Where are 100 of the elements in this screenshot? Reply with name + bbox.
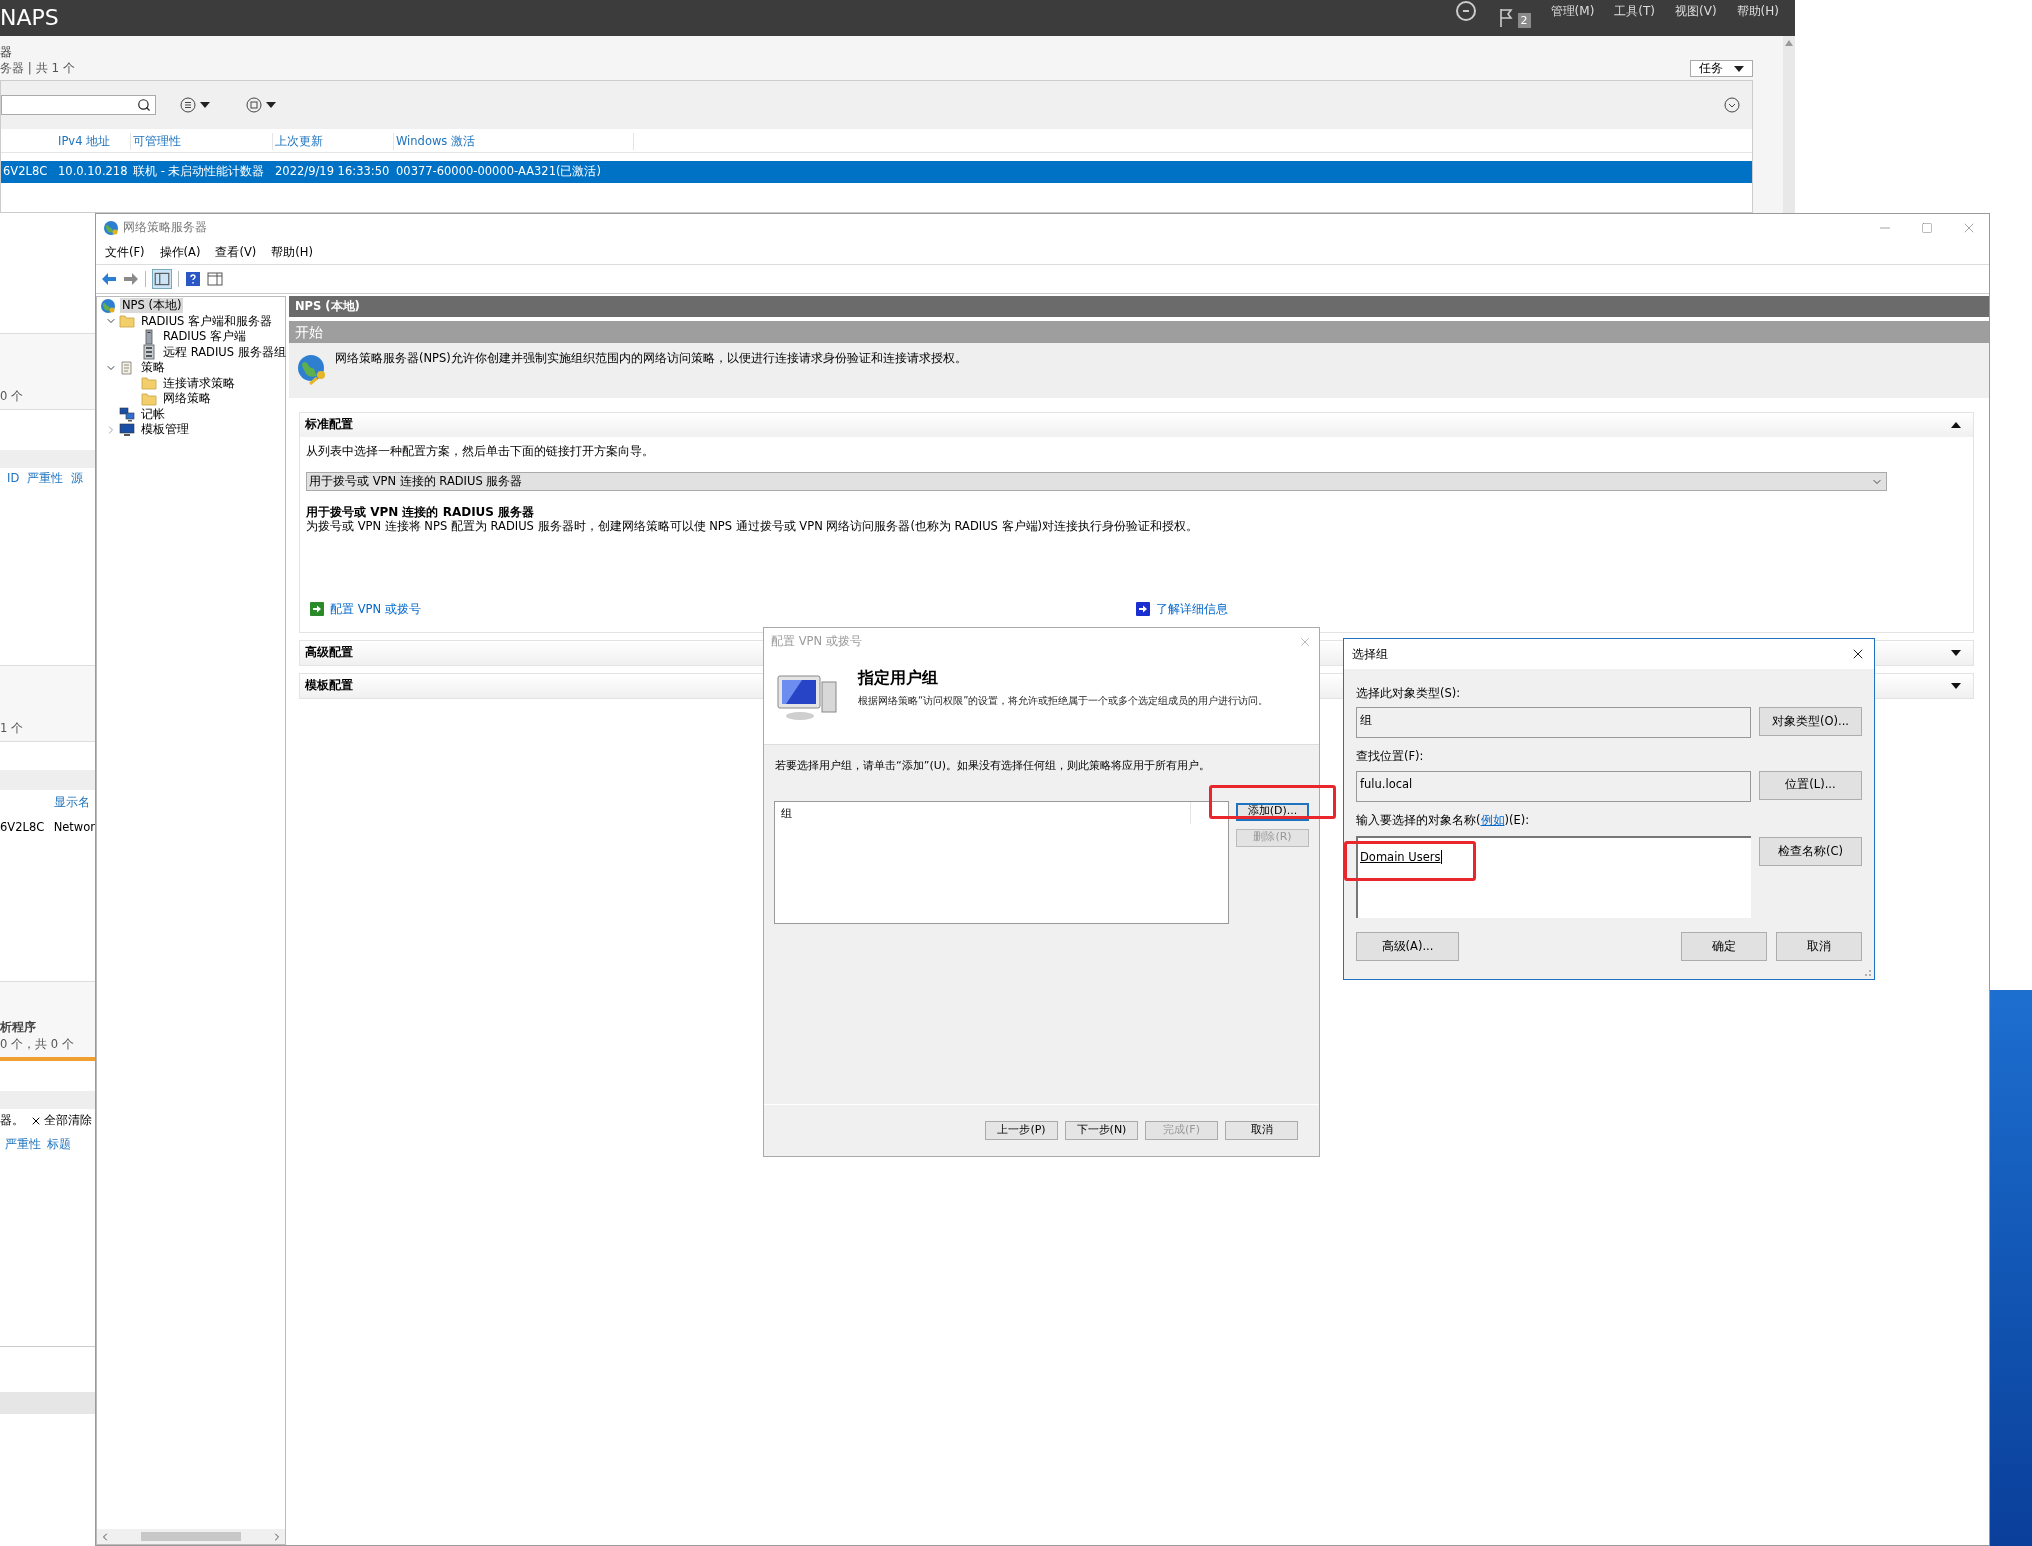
action-pane-icon[interactable] bbox=[207, 271, 223, 287]
ok-button[interactable]: 确定 bbox=[1681, 931, 1767, 961]
section-title: 模板配置 bbox=[305, 677, 353, 695]
location-button[interactable]: 位置(L)... bbox=[1759, 770, 1862, 800]
object-names-field[interactable]: Domain Users bbox=[1356, 835, 1751, 918]
tile-title: 析程序 bbox=[0, 1018, 37, 1036]
scroll-up-icon[interactable] bbox=[1785, 40, 1793, 46]
table-cell-text: 6V2L8C bbox=[2, 163, 49, 181]
section-title: 器 bbox=[0, 44, 13, 60]
table-row[interactable]: 6V2L8C 10.0.10.218 联机 - 未启动性能计数器 2022/9/19 16:33:50 00377-60000-00000-AA321(已激活) bbox=[1, 161, 1752, 183]
notice-text: 器。 bbox=[0, 1112, 24, 1130]
object-type-button[interactable]: 对象类型(O)... bbox=[1759, 707, 1862, 737]
dialog-heading: 指定用户组 bbox=[858, 668, 939, 688]
menu-item[interactable]: 视图(V) bbox=[1675, 2, 1717, 20]
column-header[interactable]: 可管理性 bbox=[131, 132, 273, 151]
globe-icon bbox=[103, 219, 119, 236]
column-header[interactable]: 上次更新 bbox=[273, 132, 394, 151]
collapse-icon bbox=[1951, 421, 1961, 429]
tree-item[interactable]: RADIUS 客户端和服务器 bbox=[139, 313, 274, 329]
list-icon[interactable] bbox=[180, 97, 196, 113]
expand-icon bbox=[1951, 649, 1961, 657]
dialog-title: 配置 VPN 或拨号 bbox=[771, 632, 862, 650]
field-label: 输入要选择的对象名称(例如)(E): bbox=[1356, 811, 1531, 829]
folder-icon bbox=[141, 390, 157, 407]
link[interactable]: 了解详细信息 bbox=[1156, 600, 1228, 618]
table-cell-text: 6V2L8C bbox=[0, 819, 46, 837]
example-link[interactable]: 例如 bbox=[1480, 812, 1505, 827]
folder-icon bbox=[141, 375, 157, 392]
tree-pane-icon[interactable] bbox=[152, 269, 172, 289]
tree-item[interactable]: 模板管理 bbox=[139, 422, 191, 438]
help-icon[interactable] bbox=[185, 271, 201, 287]
menu-item[interactable]: 管理(M) bbox=[1550, 2, 1595, 20]
dialog-button[interactable]: 取消 bbox=[1225, 1121, 1298, 1140]
scenario-dropdown[interactable]: 用于拨号或 VPN 连接的 RADIUS 服务器 bbox=[306, 472, 1887, 492]
caret-icon bbox=[200, 101, 210, 109]
flag-icon[interactable] bbox=[1497, 7, 1514, 28]
tree-item[interactable]: 策略 bbox=[139, 360, 167, 376]
tasks-button[interactable]: 任务 bbox=[1690, 60, 1753, 77]
dialog-description: 根据网络策略“访问权限”的设置，将允许或拒绝属于一个或多个选定组成员的用户进行访问。 bbox=[858, 694, 1269, 707]
menu-item[interactable]: 文件(F) bbox=[105, 243, 145, 262]
check-names-button[interactable]: 检查名称(C) bbox=[1759, 836, 1862, 866]
expand-icon[interactable] bbox=[1724, 97, 1740, 113]
column-header[interactable]: ID bbox=[7, 470, 20, 488]
menu-item[interactable]: 操作(A) bbox=[159, 243, 201, 262]
tree-item[interactable]: RADIUS 客户端 bbox=[161, 329, 248, 345]
refresh-icon[interactable] bbox=[1453, 0, 1478, 23]
tree-item[interactable]: 远程 RADIUS 服务器组 bbox=[161, 344, 288, 360]
back-icon[interactable] bbox=[101, 271, 117, 287]
column-header[interactable]: 源 bbox=[71, 470, 84, 488]
folder-icon bbox=[119, 313, 135, 330]
scroll-thumb[interactable] bbox=[141, 1532, 241, 1541]
location-field[interactable]: fulu.local bbox=[1356, 770, 1751, 802]
forward-icon[interactable] bbox=[123, 271, 139, 287]
column-header[interactable]: 组 bbox=[775, 801, 1191, 824]
resize-grip-icon bbox=[1862, 967, 1872, 977]
dialog-button[interactable]: 下一步(N) bbox=[1065, 1121, 1138, 1140]
globe-icon bbox=[100, 297, 116, 314]
menu-item[interactable]: 帮助(H) bbox=[271, 243, 313, 262]
column-header[interactable]: IPv4 地址 bbox=[56, 132, 131, 151]
caret-icon bbox=[266, 101, 276, 109]
notification-count: 2 bbox=[1517, 12, 1531, 28]
tile-count: 0 个，共 0 个 bbox=[0, 1035, 75, 1053]
cancel-button[interactable]: 取消 bbox=[1776, 931, 1862, 961]
table-cell-text: 联机 - 未启动性能计数器 bbox=[132, 163, 266, 181]
instruction-text: 若要选择用户组，请单击“添加”(U)。如果没有选择任何组，则此策略将应用于所有用户。 bbox=[775, 758, 1212, 774]
search-field[interactable] bbox=[1, 95, 156, 115]
caret-icon bbox=[1734, 64, 1744, 73]
section-title: 标准配置 bbox=[305, 416, 353, 434]
menu-item[interactable]: 查看(V) bbox=[215, 243, 257, 262]
table-cell-text: 2022/9/19 16:33:50 bbox=[274, 163, 391, 181]
advanced-button[interactable]: 高级(A)... bbox=[1356, 931, 1459, 961]
group-list[interactable]: 组 bbox=[774, 800, 1229, 924]
scroll-icon bbox=[119, 359, 135, 376]
window-title: NAPS bbox=[0, 7, 59, 29]
link[interactable]: 配置 VPN 或拨号 bbox=[330, 600, 421, 618]
tree-item[interactable]: 网络策略 bbox=[161, 391, 213, 407]
clear-all-link[interactable]: 全部清除 bbox=[44, 1112, 92, 1130]
column-header[interactable]: 严重性 bbox=[5, 1136, 41, 1154]
menu-item[interactable]: 工具(T) bbox=[1614, 2, 1656, 20]
menu-item[interactable]: 帮助(H) bbox=[1736, 2, 1779, 20]
column-header[interactable]: 严重性 bbox=[27, 470, 64, 488]
pane-title: NPS (本地) bbox=[295, 297, 360, 315]
scenario-title: 用于拨号或 VPN 连接的 RADIUS 服务器 bbox=[306, 505, 536, 520]
column-header[interactable]: 标题 bbox=[47, 1136, 71, 1154]
close-icon[interactable] bbox=[30, 1115, 42, 1127]
object-type-field[interactable]: 组 bbox=[1356, 707, 1751, 739]
field-label: 选择此对象类型(S): bbox=[1356, 685, 1462, 702]
tree-item[interactable]: 连接请求策略 bbox=[161, 375, 237, 391]
column-header[interactable]: 显示名 bbox=[54, 794, 90, 812]
search-icon bbox=[137, 98, 151, 112]
dialog-button[interactable]: 上一步(P) bbox=[985, 1121, 1058, 1140]
server-rack-icon bbox=[141, 344, 157, 361]
intro-text: 网络策略服务器(NPS)允许你创建并强制实施组织范围内的网络访问策略，以便进行连接请求身份验证和连接请求授权。 bbox=[335, 350, 967, 367]
tree-item[interactable]: 记帐 bbox=[139, 406, 167, 422]
table-cell-text: 10.0.10.218 bbox=[57, 163, 129, 181]
tree-item[interactable]: NPS (本地) bbox=[120, 298, 184, 314]
window-title: 网络策略服务器 bbox=[123, 218, 207, 236]
column-header[interactable]: Windows 激活 bbox=[394, 132, 634, 151]
computers-icon bbox=[119, 406, 135, 423]
table-cell-text: 00377-60000-00000-AA321(已激活) bbox=[395, 163, 602, 181]
